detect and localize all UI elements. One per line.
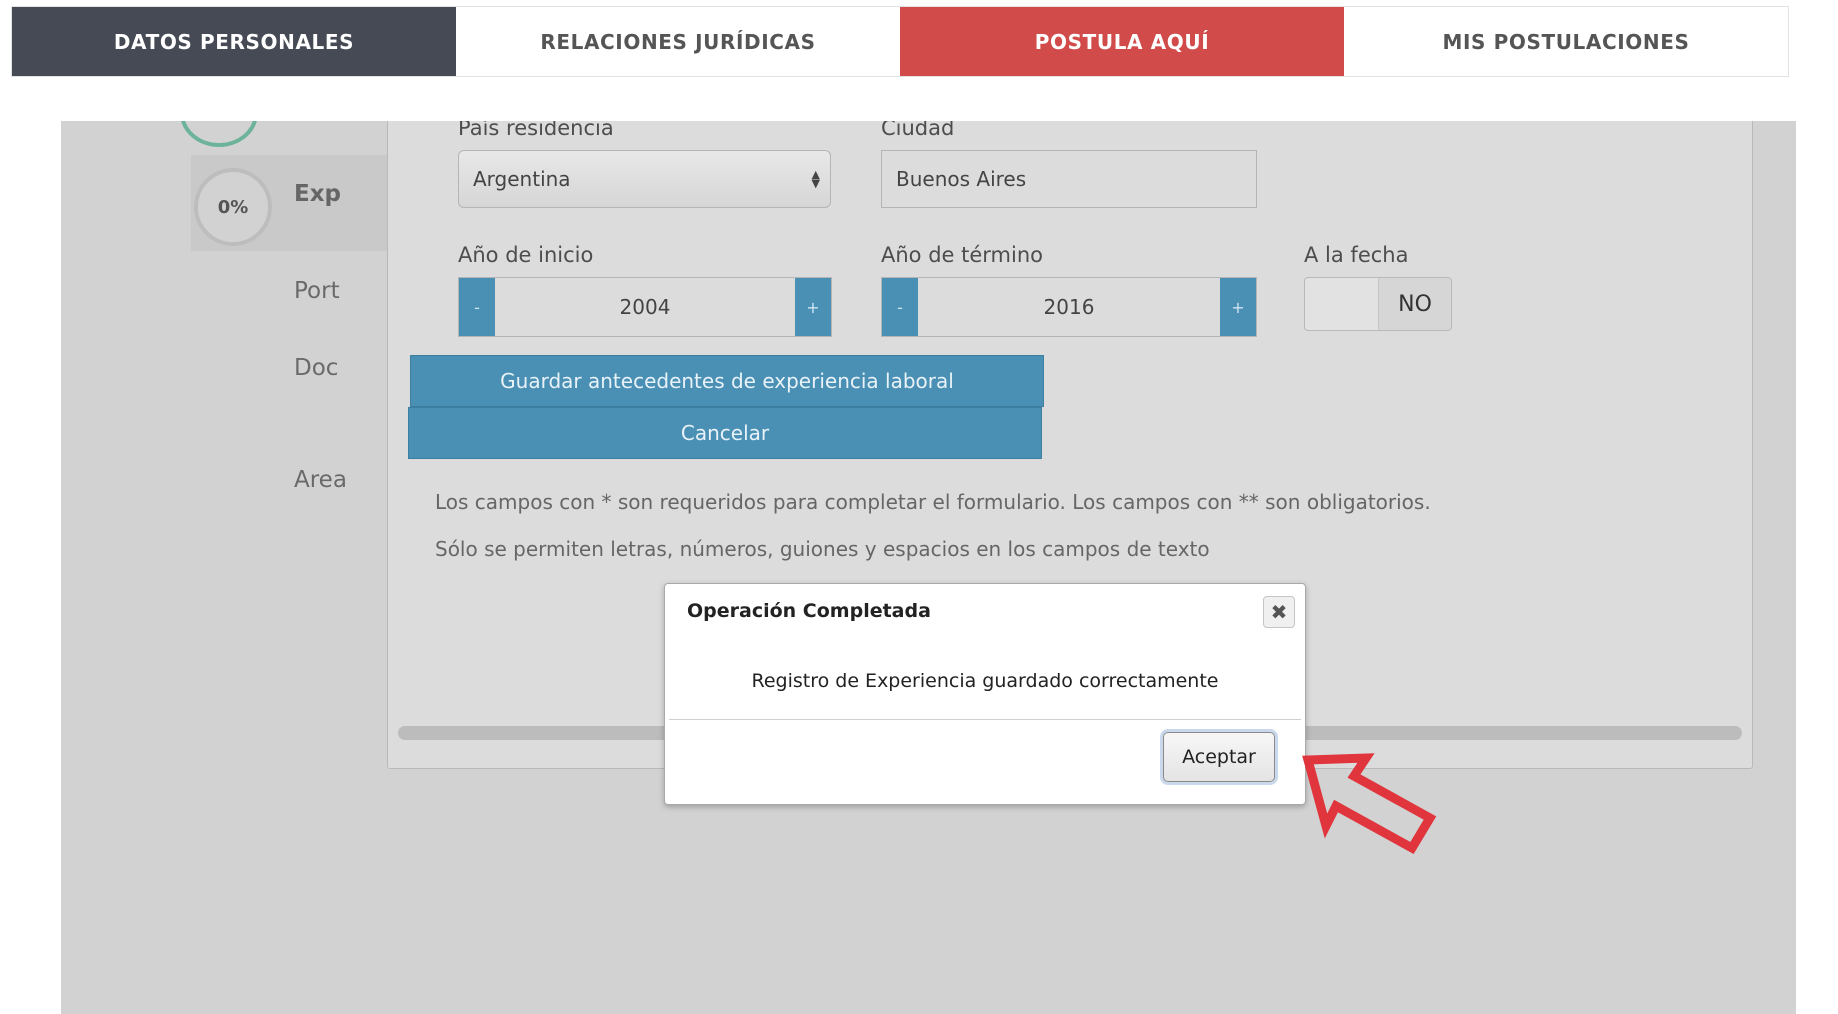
termino-value[interactable]: 2016 <box>918 278 1220 336</box>
tab-relaciones-juridicas[interactable]: RELACIONES JURÍDICAS <box>456 7 900 76</box>
close-icon[interactable]: ✖ <box>1263 596 1295 628</box>
dialog-message: Registro de Experiencia guardado correct… <box>751 670 1219 692</box>
a-la-fecha-toggle[interactable]: NO <box>1304 277 1452 331</box>
app-root: DATOS PERSONALES RELACIONES JURÍDICAS PO… <box>0 0 1838 1014</box>
termino-increment-button[interactable]: + <box>1220 278 1256 336</box>
save-experience-button[interactable]: Guardar antecedentes de experiencia labo… <box>410 355 1044 407</box>
toggle-knob <box>1305 278 1379 330</box>
ciudad-input-value: Buenos Aires <box>896 167 1027 191</box>
dialog-title: Operación Completada <box>687 600 931 622</box>
tab-mis-postulaciones[interactable]: MIS POSTULACIONES <box>1344 7 1788 76</box>
ciudad-input[interactable]: Buenos Aires <box>881 150 1257 208</box>
inicio-stepper[interactable]: - 2004 + <box>458 277 832 337</box>
top-nav: DATOS PERSONALES RELACIONES JURÍDICAS PO… <box>11 6 1789 77</box>
step-label-area[interactable]: Area <box>294 467 347 493</box>
step-label-experiencia[interactable]: Exp <box>294 181 341 207</box>
inicio-increment-button[interactable]: + <box>795 278 831 336</box>
inicio-decrement-button[interactable]: - <box>459 278 495 336</box>
cancel-button[interactable]: Cancelar <box>408 407 1042 459</box>
progress-ring-completed <box>180 121 258 147</box>
fecha-label: A la fecha <box>1304 243 1409 267</box>
step-label-portafolio[interactable]: Port <box>294 278 340 304</box>
pais-select-value: Argentina <box>473 167 571 191</box>
pointer-arrow-icon <box>1302 753 1437 855</box>
progress-percent: 0% <box>217 196 249 218</box>
tab-postula-aqui[interactable]: POSTULA AQUÍ <box>900 7 1344 76</box>
operation-complete-dialog: Operación Completada ✖ Registro de Exper… <box>664 583 1306 805</box>
pais-label: País residencia <box>458 121 614 140</box>
inicio-value[interactable]: 2004 <box>495 278 795 336</box>
termino-stepper[interactable]: - 2016 + <box>881 277 1257 337</box>
accept-button[interactable]: Aceptar <box>1163 732 1275 782</box>
dialog-divider <box>669 719 1301 720</box>
inicio-label: Año de inicio <box>458 243 594 267</box>
progress-ring-experiencia: 0% <box>194 168 272 246</box>
ciudad-label: Ciudad <box>881 121 955 140</box>
page-stage: 0% Exp Port Doc Area País residencia Arg… <box>11 121 1838 1014</box>
toggle-state: NO <box>1398 291 1432 317</box>
allowed-chars-note: Sólo se permiten letras, números, guione… <box>435 537 1210 561</box>
select-arrows-icon: ▲ ▼ <box>811 168 820 190</box>
content-area: 0% Exp Port Doc Area País residencia Arg… <box>61 121 1796 1014</box>
termino-decrement-button[interactable]: - <box>882 278 918 336</box>
termino-label: Año de término <box>881 243 1043 267</box>
tab-datos-personales[interactable]: DATOS PERSONALES <box>12 7 456 76</box>
step-label-documentos[interactable]: Doc <box>294 355 338 381</box>
required-fields-note: Los campos con * son requeridos para com… <box>435 490 1431 514</box>
pais-select[interactable]: Argentina ▲ ▼ <box>458 150 831 208</box>
